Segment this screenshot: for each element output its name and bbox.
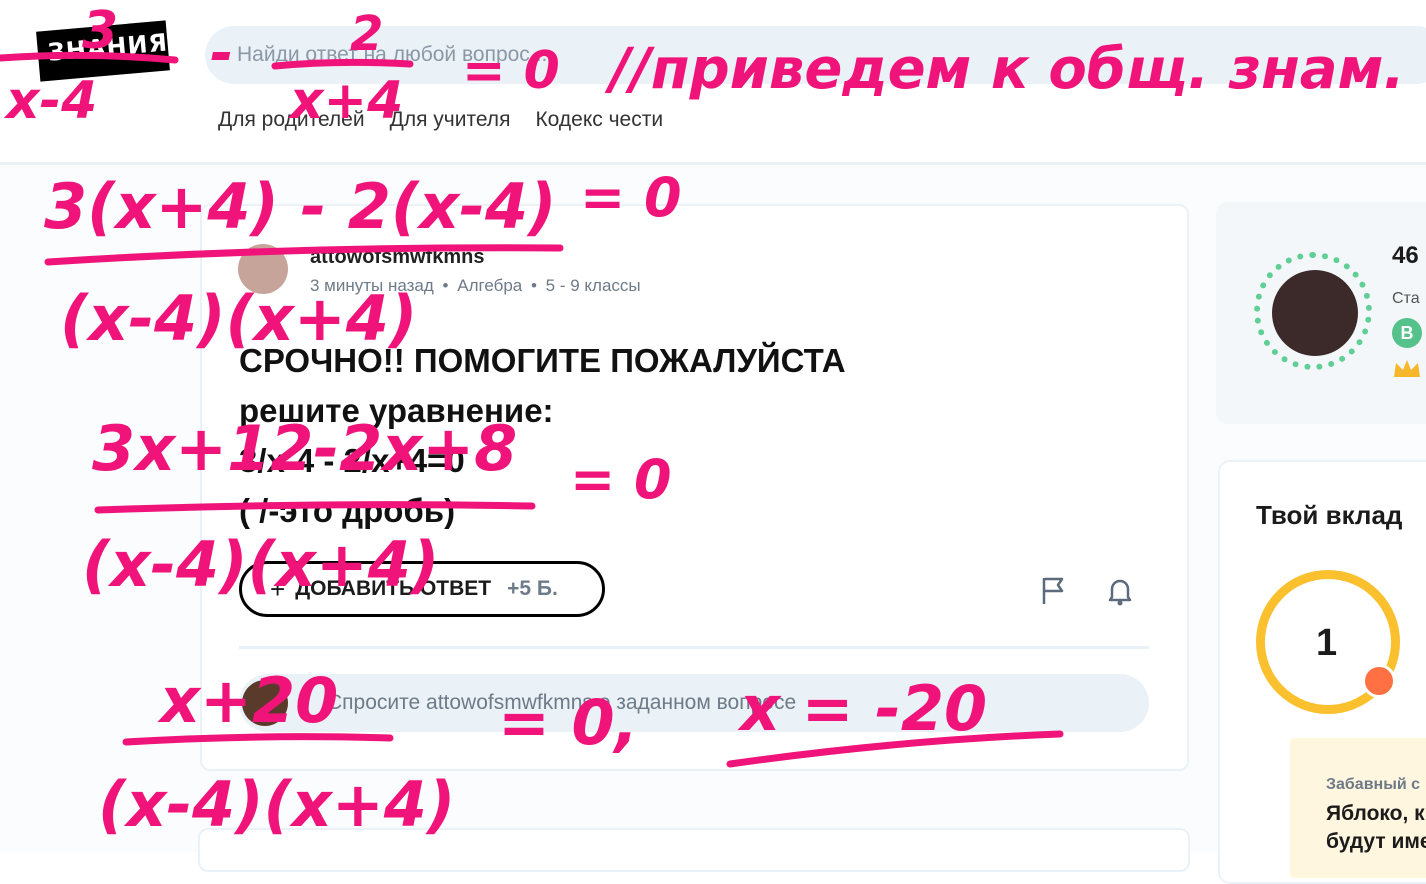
add-answer-button[interactable]: + ДОБАВИТЬ ОТВЕТ +5 Б.: [239, 561, 605, 617]
profile-card: 46 Ста B: [1216, 202, 1426, 424]
profile-points: 46: [1392, 242, 1419, 269]
search-input[interactable]: [235, 42, 839, 68]
profile-status: Ста: [1392, 290, 1420, 307]
crown-icon: [1394, 360, 1420, 377]
meta-dot: •: [442, 276, 449, 295]
question-text: СРОЧНО!! ПОМОГИТЕ ПОЖАЛУЙСТА решите урав…: [239, 342, 846, 529]
subject-link[interactable]: Алгебра: [457, 276, 522, 295]
contribution-title: Твой вклад: [1256, 500, 1403, 530]
grade-link[interactable]: 5 - 9 классы: [546, 276, 641, 295]
nav-teachers[interactable]: Для учителя: [390, 108, 511, 132]
nav-parents[interactable]: Для родителей: [218, 108, 365, 132]
logo-text: ЗНАНИЯ: [46, 28, 170, 67]
rank-badge: B: [1392, 318, 1422, 348]
next-card: [198, 828, 1190, 872]
site-logo[interactable]: ЗНАНИЯ: [36, 20, 170, 82]
top-nav: Для родителей Для учителя Кодекс чести: [218, 108, 663, 132]
card-divider: [239, 646, 1149, 649]
bell-icon[interactable]: [1106, 576, 1134, 606]
flag-icon[interactable]: [1040, 576, 1068, 606]
plus-icon: +: [270, 573, 286, 604]
add-answer-label: ДОБАВИТЬ ОТВЕТ: [295, 577, 492, 600]
fun-fact-text: Яблоко, к будут име: [1326, 802, 1426, 853]
question-card: attowofsmwfkmns 3 минуты назад • Алгебра…: [200, 204, 1189, 771]
time-ago: 3 минуты назад: [310, 276, 434, 295]
fire-icon: [1362, 664, 1396, 698]
ask-author-input[interactable]: [325, 690, 1029, 716]
answer-points: +5 Б.: [507, 577, 558, 600]
fun-fact-label: Забавный с: [1326, 776, 1421, 793]
author-avatar[interactable]: [238, 244, 288, 294]
profile-avatar[interactable]: [1272, 270, 1358, 356]
meta-dot: •: [530, 276, 537, 295]
search-bar[interactable]: [205, 26, 1426, 84]
ask-author-bar[interactable]: [239, 674, 1149, 732]
question-meta: 3 минуты назад • Алгебра • 5 - 9 классы: [310, 276, 645, 296]
site-header: ЗНАНИЯ Для родителей Для учителя Кодекс …: [0, 0, 1426, 165]
current-user-avatar: [242, 680, 288, 726]
contribution-card: Твой вклад 1 Забавный с Яблоко, к будут …: [1218, 460, 1426, 884]
streak-count: 1: [1316, 622, 1338, 664]
author-name[interactable]: attowofsmwfkmns: [310, 246, 484, 269]
nav-honor-code[interactable]: Кодекс чести: [535, 108, 663, 132]
